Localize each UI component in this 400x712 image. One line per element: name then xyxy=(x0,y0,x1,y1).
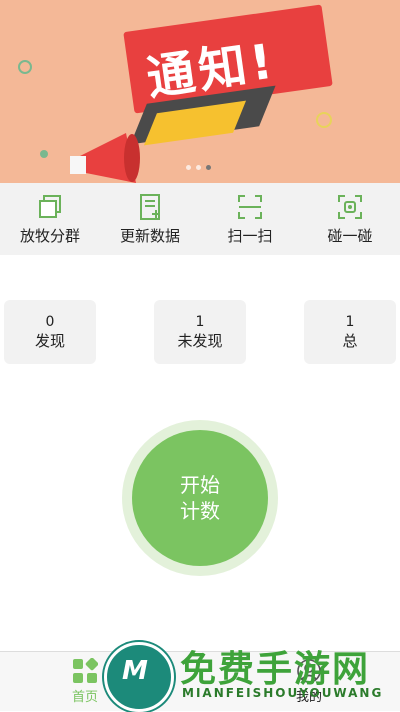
document-add-icon xyxy=(140,194,160,220)
pagination-dot[interactable] xyxy=(186,165,191,170)
start-count-label-line1: 开始 xyxy=(180,473,220,497)
quick-action-label: 更新数据 xyxy=(119,227,180,245)
start-count-button[interactable]: 开始 计数 xyxy=(132,430,268,566)
notice-banner[interactable]: 通知! xyxy=(0,0,400,183)
stats-row: 0 发现 1 未发现 1 总 xyxy=(0,300,400,364)
stat-total: 1 总 xyxy=(304,300,396,364)
stat-label: 未发现 xyxy=(177,332,223,350)
stat-not-found: 1 未发现 xyxy=(154,300,246,364)
banner-pagination xyxy=(186,165,211,170)
user-icon xyxy=(297,659,321,683)
stat-label: 发现 xyxy=(34,332,65,350)
tab-mine-label: 我的 xyxy=(296,690,323,705)
quick-action-label: 碰一碰 xyxy=(327,227,373,245)
quick-action-label: 扫一扫 xyxy=(227,227,273,245)
tab-mine[interactable]: 我的 xyxy=(296,658,322,705)
start-count-halo: 开始 计数 xyxy=(122,420,278,576)
stat-value: 1 xyxy=(195,314,205,330)
stat-found: 0 发现 xyxy=(4,300,96,364)
copy-icon xyxy=(39,195,61,218)
start-count-label-line2: 计数 xyxy=(180,499,220,523)
quick-action-scan[interactable]: 扫一扫 xyxy=(200,183,300,255)
pagination-dot[interactable] xyxy=(196,165,201,170)
decor-circle xyxy=(18,60,32,74)
decor-circle xyxy=(316,112,332,128)
quick-action-tap[interactable]: 碰一碰 xyxy=(300,183,400,255)
pagination-dot-active[interactable] xyxy=(206,165,211,170)
decor-dot xyxy=(40,150,48,158)
stat-label: 总 xyxy=(342,332,358,350)
tab-home-label: 首页 xyxy=(72,690,99,705)
tab-home[interactable]: 首页 xyxy=(72,658,98,705)
megaphone-icon xyxy=(70,133,140,183)
nfc-icon xyxy=(338,195,362,219)
stat-value: 1 xyxy=(345,314,355,330)
stat-value: 0 xyxy=(45,314,55,330)
scan-icon xyxy=(238,195,262,219)
home-grid-icon xyxy=(73,658,98,683)
bottom-tab-bar: 首页 我的 xyxy=(0,651,400,711)
quick-action-label: 放牧分群 xyxy=(19,227,80,245)
quick-action-update-data[interactable]: 更新数据 xyxy=(100,183,200,255)
quick-action-grouping[interactable]: 放牧分群 xyxy=(0,183,100,255)
quick-actions: 放牧分群 更新数据 扫一扫 碰一碰 xyxy=(0,183,400,255)
